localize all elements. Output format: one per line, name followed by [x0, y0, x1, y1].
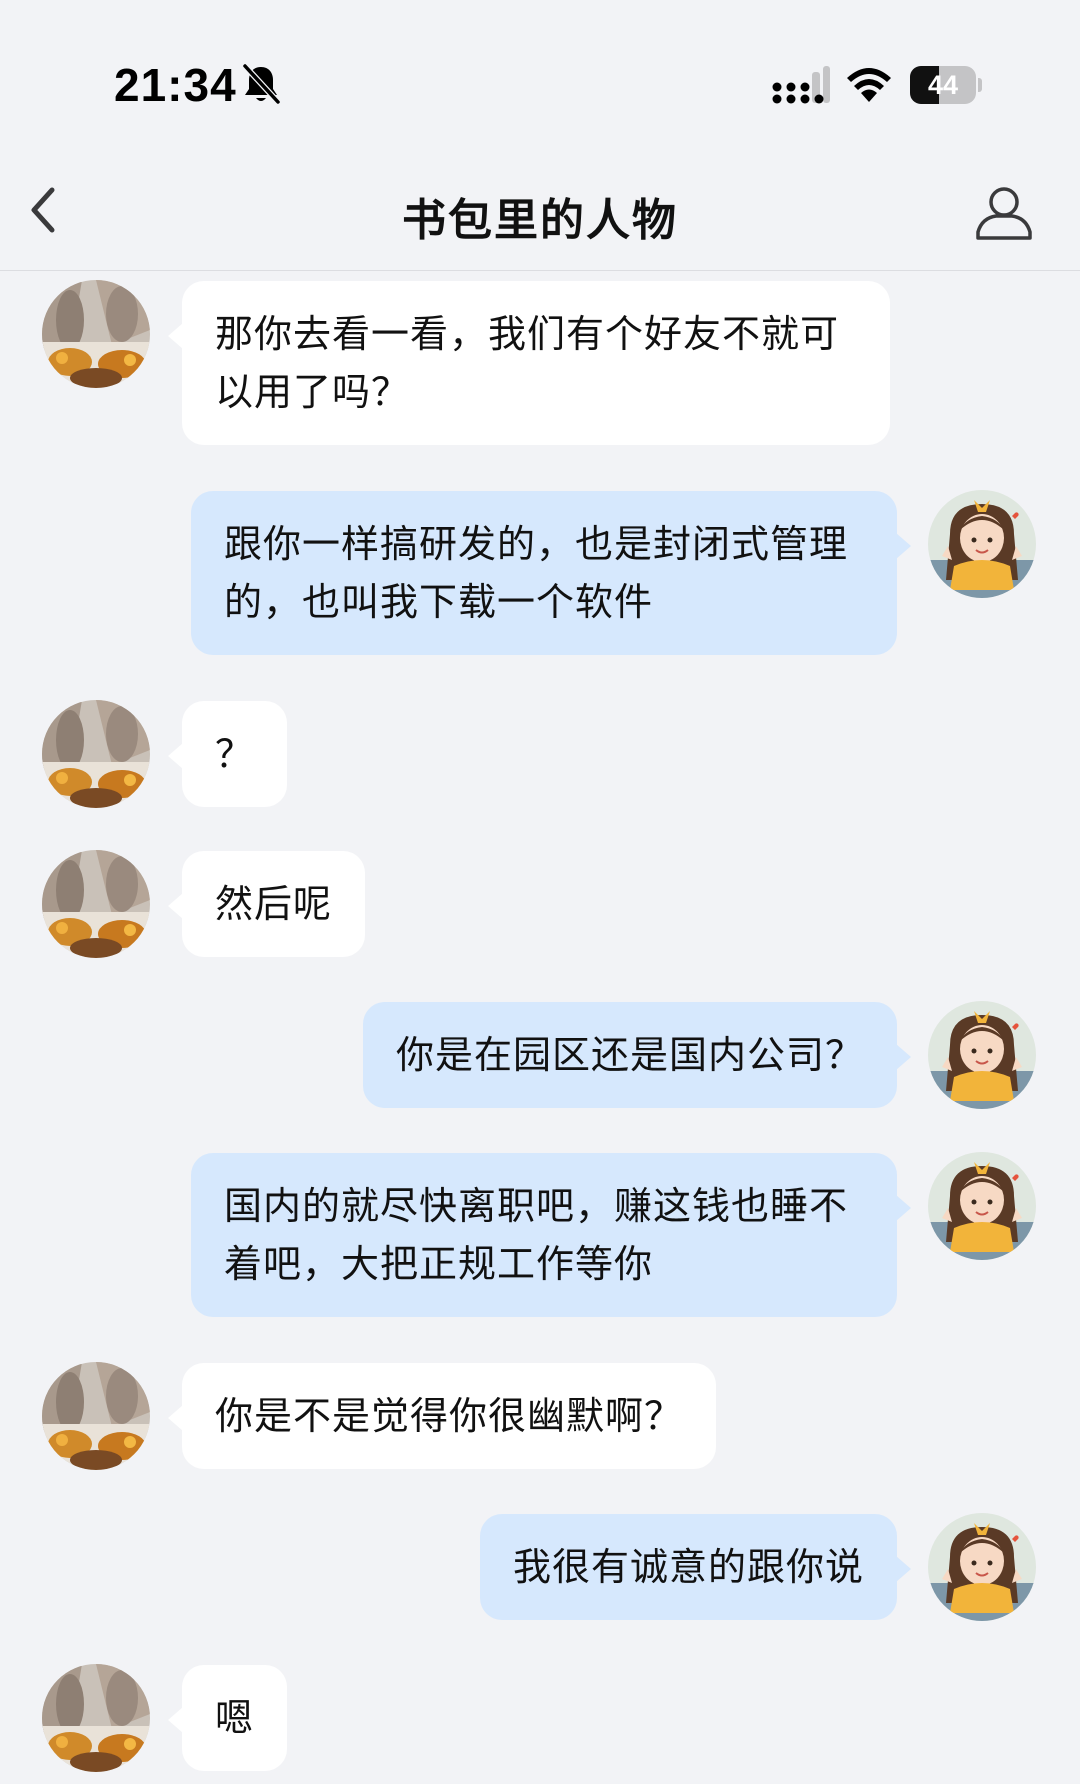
bell-slash-icon [242, 63, 281, 105]
my-avatar[interactable] [928, 1152, 1036, 1260]
chat-title: 书包里的人物 [402, 195, 678, 246]
contact-avatar[interactable] [42, 850, 150, 958]
cellular-signal-icon [772, 66, 830, 104]
my-avatar[interactable] [928, 1001, 1036, 1109]
battery-cap [978, 78, 982, 92]
my-avatar[interactable] [928, 1513, 1036, 1621]
wifi-icon [847, 68, 891, 102]
outgoing-message-bubble[interactable]: 你是在园区还是国内公司？ [362, 1002, 912, 1108]
outgoing-message-bubble[interactable]: 跟你一样搞研发的，也是封闭式管理的，也叫我下载一个软件 [191, 491, 911, 655]
status-bar: 21:34 44 [0, 0, 1080, 150]
message-list[interactable]: 那你去看一看，我们有个好友不就可以用了吗？ 跟你一样搞研发的，也是封闭式管理的，… [0, 270, 1080, 1784]
outgoing-message-bubble[interactable]: 我很有诚意的跟你说 [479, 1514, 912, 1620]
contact-avatar[interactable] [42, 1664, 150, 1772]
person-outline-icon[interactable] [972, 180, 1036, 244]
incoming-message-bubble[interactable]: 你是不是觉得你很幽默啊？ [167, 1363, 717, 1469]
battery-level-text: 44 [927, 70, 959, 100]
status-time: 21:34 [114, 59, 237, 111]
incoming-message-bubble[interactable]: 那你去看一看，我们有个好友不就可以用了吗？ [168, 281, 890, 445]
incoming-message-bubble[interactable]: 嗯 [167, 1665, 288, 1771]
contact-avatar[interactable] [42, 280, 150, 388]
contact-avatar[interactable] [42, 700, 150, 808]
outgoing-message-bubble[interactable]: 国内的就尽快离职吧，赚这钱也睡不着吧，大把正规工作等你 [191, 1153, 911, 1317]
contact-avatar[interactable] [42, 1362, 150, 1470]
navigation-bar: 书包里的人物 [0, 150, 1080, 271]
battery-body: 44 [910, 66, 976, 104]
incoming-message-bubble[interactable]: ？ [167, 701, 288, 807]
my-avatar[interactable] [928, 490, 1036, 598]
battery-indicator: 44 [910, 66, 982, 106]
incoming-message-bubble[interactable]: 然后呢 [167, 851, 366, 957]
